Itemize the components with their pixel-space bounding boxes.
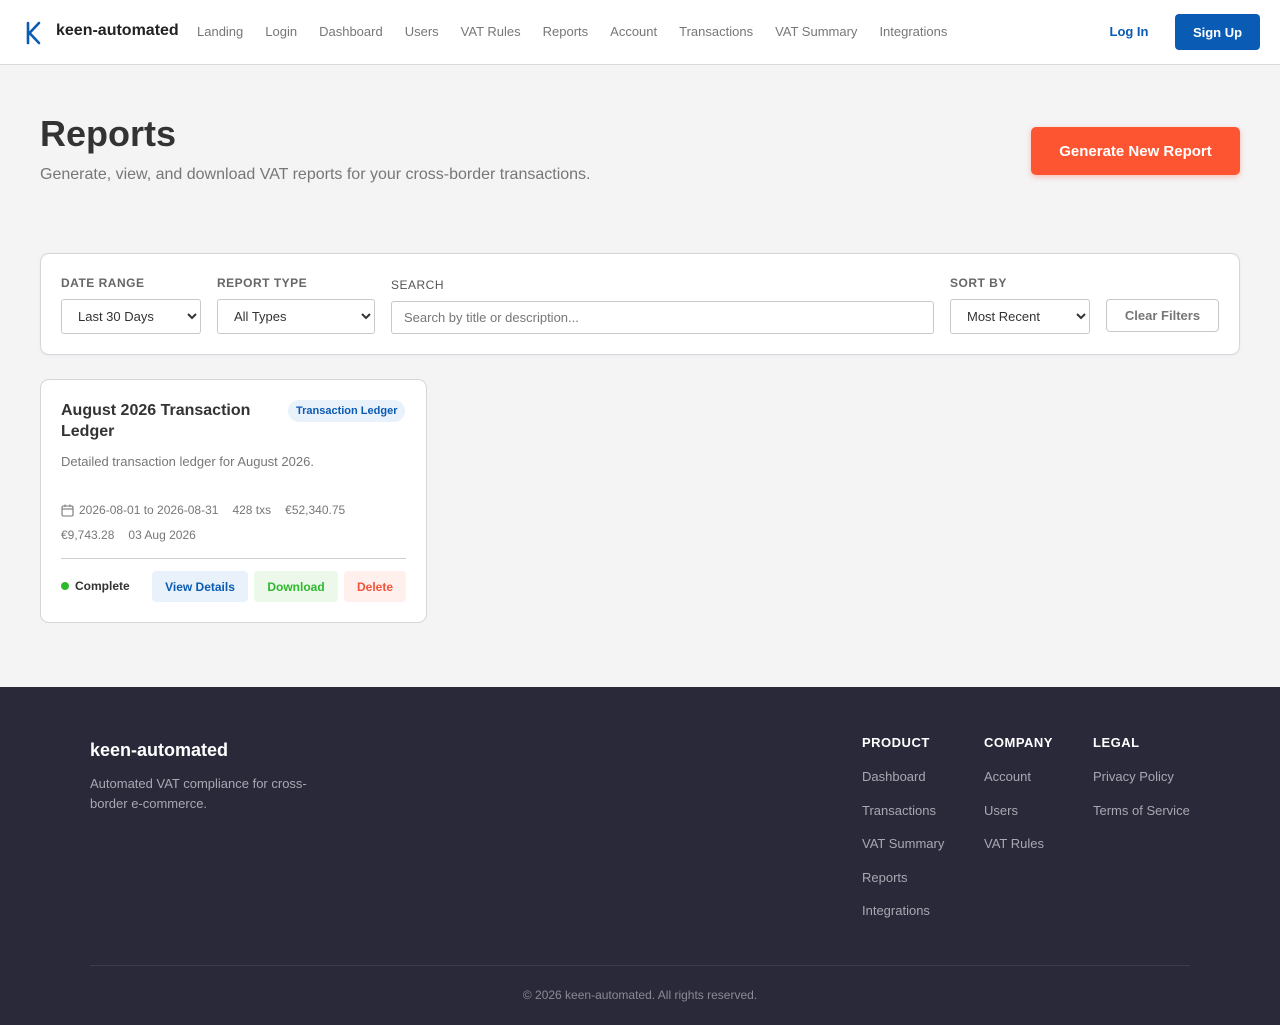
footer-column-legal: LEGAL Privacy Policy Terms of Service <box>1093 735 1190 836</box>
report-vat-amount: €9,743.28 <box>61 528 115 542</box>
date-range-label: DATE RANGE <box>61 276 145 290</box>
view-details-button[interactable]: View Details <box>152 571 248 602</box>
login-link[interactable]: Log In <box>1096 24 1162 39</box>
footer-link-vat-rules[interactable]: VAT Rules <box>984 836 1053 851</box>
generate-report-button[interactable]: Generate New Report <box>1031 127 1240 175</box>
report-type-badge: Transaction Ledger <box>288 400 406 422</box>
footer-brand: keen-automated <box>90 740 229 760</box>
footer-link-users[interactable]: Users <box>984 803 1053 818</box>
status-badge: Complete <box>61 579 130 593</box>
signup-button[interactable]: Sign Up <box>1175 14 1260 50</box>
report-type-select[interactable]: All Types <box>217 299 375 334</box>
report-card: August 2026 Transaction Ledger Transacti… <box>40 379 427 623</box>
page-subtitle: Generate, view, and download VAT reports… <box>40 166 591 183</box>
footer-link-account[interactable]: Account <box>984 769 1053 784</box>
footer-link-terms-of-service[interactable]: Terms of Service <box>1093 803 1190 818</box>
footer-column-title: COMPANY <box>984 735 1053 750</box>
page-title: Reports <box>40 113 177 154</box>
status-text: Complete <box>75 579 130 593</box>
nav-integrations[interactable]: Integrations <box>868 22 958 42</box>
footer-link-reports[interactable]: Reports <box>862 870 944 885</box>
report-tx-count: 428 txs <box>232 503 272 517</box>
clear-filters-button[interactable]: Clear Filters <box>1106 299 1219 332</box>
nav-reports[interactable]: Reports <box>532 22 600 42</box>
report-period-text: 2026-08-01 to 2026-08-31 <box>79 503 219 517</box>
footer-copyright: © 2026 keen-automated. All rights reserv… <box>522 988 758 1002</box>
report-description: Detailed transaction ledger for August 2… <box>61 454 314 469</box>
footer-column-title: LEGAL <box>1093 735 1140 750</box>
report-created-date: 03 Aug 2026 <box>128 528 196 542</box>
footer-column-product: PRODUCT Dashboard Transactions VAT Summa… <box>862 735 944 937</box>
footer-column-company: COMPANY Account Users VAT Rules <box>984 735 1053 870</box>
footer-link-vat-summary[interactable]: VAT Summary <box>862 836 944 851</box>
top-navbar: keen-automated Landing Login Dashboard U… <box>0 0 1280 65</box>
footer-link-integrations[interactable]: Integrations <box>862 903 944 918</box>
nav-landing[interactable]: Landing <box>186 22 254 42</box>
report-meta-row-2: €9,743.28 03 Aug 2026 <box>61 528 210 542</box>
footer-link-transactions[interactable]: Transactions <box>862 803 944 818</box>
sort-by-select[interactable]: Most Recent <box>950 299 1090 334</box>
nav-vat-summary[interactable]: VAT Summary <box>764 22 868 42</box>
k-logo-icon[interactable] <box>24 21 44 45</box>
main-nav: Landing Login Dashboard Users VAT Rules … <box>186 22 958 42</box>
nav-vat-rules[interactable]: VAT Rules <box>450 22 532 42</box>
nav-account[interactable]: Account <box>599 22 668 42</box>
footer-tagline: Automated VAT compliance for cross-borde… <box>90 776 307 811</box>
search-label: SEARCH <box>391 278 445 292</box>
footer-divider <box>90 965 1190 966</box>
report-title: August 2026 Transaction Ledger <box>61 402 251 440</box>
footer-link-privacy-policy[interactable]: Privacy Policy <box>1093 769 1190 784</box>
report-period: 2026-08-01 to 2026-08-31 <box>61 503 218 517</box>
date-range-select[interactable]: Last 30 Days <box>61 299 201 334</box>
footer-column-title: PRODUCT <box>862 735 930 750</box>
nav-dashboard[interactable]: Dashboard <box>308 22 394 42</box>
calendar-icon <box>61 504 74 517</box>
footer: keen-automated Automated VAT compliance … <box>0 687 1280 1025</box>
nav-transactions[interactable]: Transactions <box>668 22 764 42</box>
brand-name[interactable]: keen-automated <box>56 22 179 40</box>
nav-users[interactable]: Users <box>394 22 450 42</box>
report-total-amount: €52,340.75 <box>285 503 346 517</box>
sort-by-label: SORT BY <box>950 276 1007 290</box>
card-divider <box>61 558 406 559</box>
footer-link-dashboard[interactable]: Dashboard <box>862 769 944 784</box>
download-button[interactable]: Download <box>254 571 338 602</box>
filter-bar: DATE RANGE Last 30 Days REPORT TYPE All … <box>40 253 1240 355</box>
delete-button[interactable]: Delete <box>344 571 406 602</box>
report-meta-row: 2026-08-01 to 2026-08-31 428 txs €52,340… <box>61 503 359 517</box>
search-input[interactable] <box>391 301 934 334</box>
nav-login[interactable]: Login <box>254 22 308 42</box>
report-type-label: REPORT TYPE <box>217 276 308 290</box>
status-dot-icon <box>61 582 69 590</box>
